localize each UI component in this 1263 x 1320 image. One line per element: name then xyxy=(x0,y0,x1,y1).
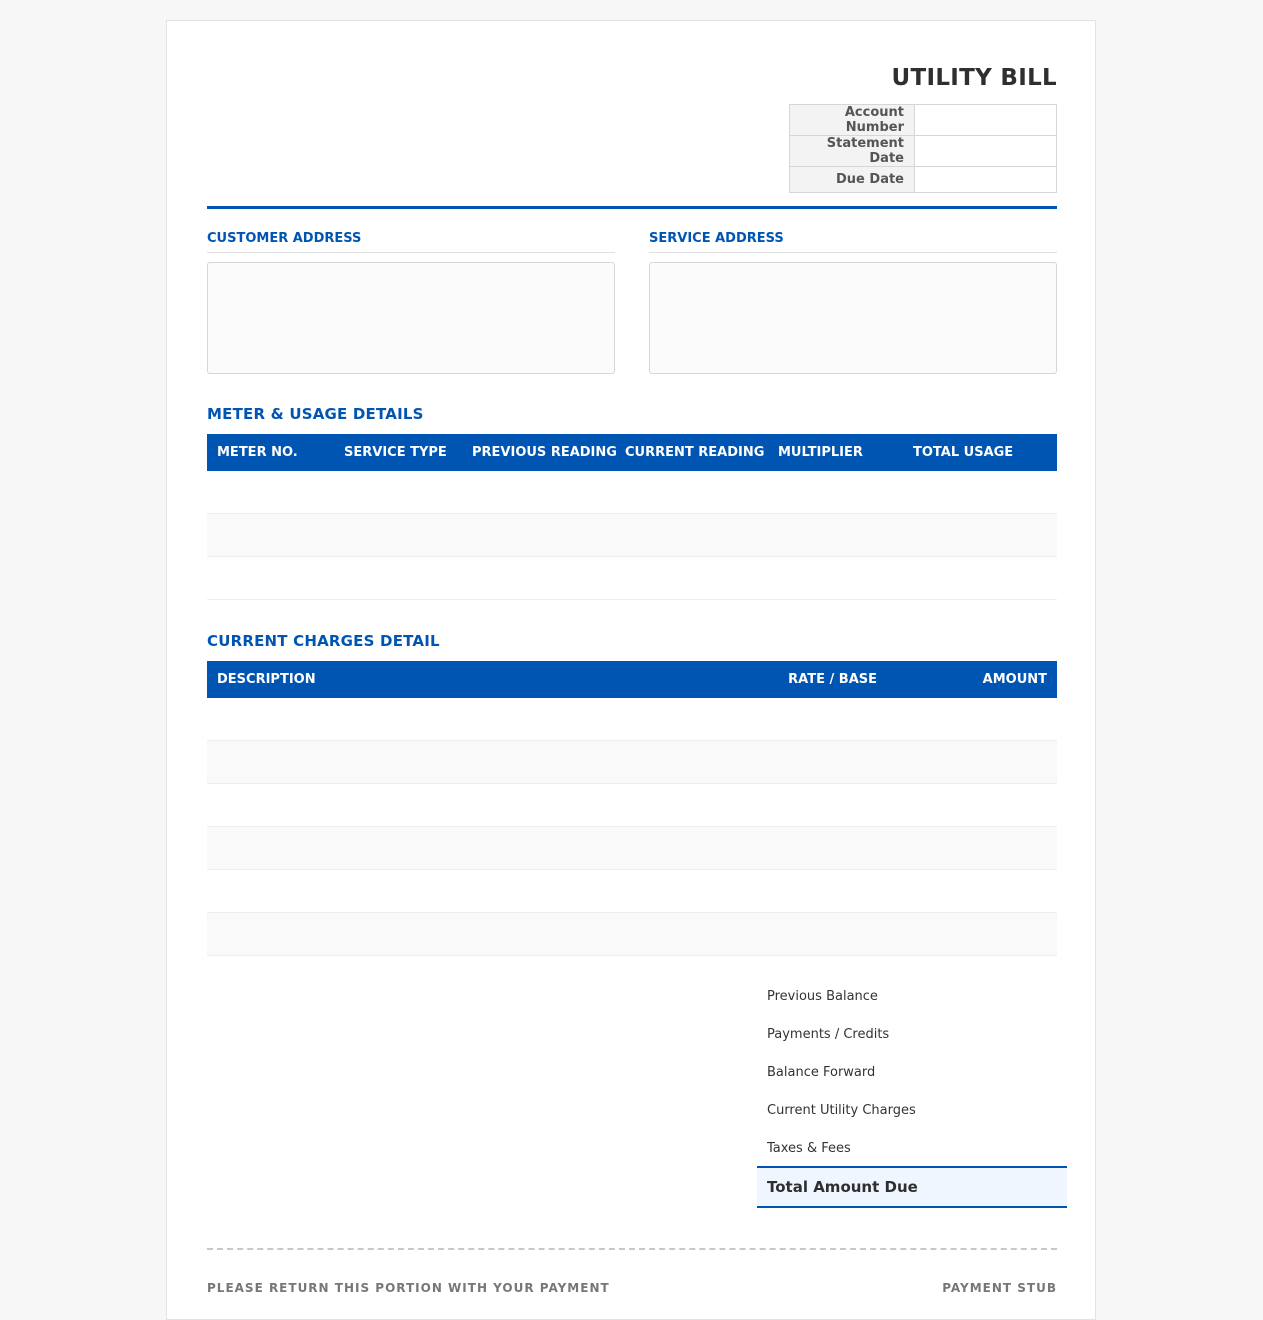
col-multiplier: MULTIPLIER xyxy=(778,445,863,460)
col-rate-base: RATE / BASE xyxy=(788,672,877,687)
charge-row[interactable] xyxy=(207,784,1057,827)
due-date-label: Due Date xyxy=(789,166,915,193)
charges-table-header: DESCRIPTION RATE / BASE AMOUNT xyxy=(207,661,1057,698)
summary-taxes-fees: Taxes & Fees xyxy=(767,1141,851,1156)
header-divider xyxy=(207,206,1057,209)
col-amount: AMOUNT xyxy=(982,672,1047,687)
col-service-type: SERVICE TYPE xyxy=(344,445,447,460)
col-meter-no: METER NO. xyxy=(217,445,298,460)
bill-page: UTILITY BILL Account Number Statement Da… xyxy=(166,20,1096,1320)
stub-instruction: PLEASE RETURN THIS PORTION WITH YOUR PAY… xyxy=(207,1281,610,1295)
service-address-box[interactable] xyxy=(649,262,1057,374)
statement-date-value[interactable] xyxy=(914,135,1057,167)
col-description: DESCRIPTION xyxy=(217,672,316,687)
charges-section-title: CURRENT CHARGES DETAIL xyxy=(207,632,440,650)
tear-line xyxy=(207,1248,1057,1250)
charge-row[interactable] xyxy=(207,913,1057,956)
service-address-section: SERVICE ADDRESS xyxy=(649,231,1057,374)
statement-date-label: Statement Date xyxy=(789,135,915,167)
due-date-value[interactable] xyxy=(914,166,1057,193)
summary-balance-forward: Balance Forward xyxy=(767,1065,876,1080)
meter-row[interactable] xyxy=(207,557,1057,600)
service-address-title: SERVICE ADDRESS xyxy=(649,231,1057,253)
summary-current-charges: Current Utility Charges xyxy=(767,1103,916,1118)
stub-title: PAYMENT STUB xyxy=(942,1281,1057,1295)
charge-row[interactable] xyxy=(207,698,1057,741)
meter-table-header: METER NO. SERVICE TYPE PREVIOUS READING … xyxy=(207,434,1057,471)
account-number-row: Account Number xyxy=(789,104,1057,136)
customer-address-title: CUSTOMER ADDRESS xyxy=(207,231,615,253)
account-number-value[interactable] xyxy=(914,104,1057,136)
col-current-reading: CURRENT READING xyxy=(625,445,765,460)
meter-row[interactable] xyxy=(207,514,1057,557)
due-date-row: Due Date xyxy=(789,166,1057,193)
charge-row[interactable] xyxy=(207,827,1057,870)
col-previous-reading: PREVIOUS READING xyxy=(472,445,617,460)
meter-row[interactable] xyxy=(207,471,1057,514)
customer-address-section: CUSTOMER ADDRESS xyxy=(207,231,615,374)
bill-title: UTILITY BILL xyxy=(891,65,1057,91)
account-info-table: Account Number Statement Date Due Date xyxy=(789,104,1057,193)
customer-address-box[interactable] xyxy=(207,262,615,374)
total-amount-due: Total Amount Due xyxy=(757,1166,1067,1208)
summary-previous-balance: Previous Balance xyxy=(767,989,878,1004)
summary-payments-credits: Payments / Credits xyxy=(767,1027,890,1042)
col-total-usage: TOTAL USAGE xyxy=(913,445,1014,460)
charge-row[interactable] xyxy=(207,870,1057,913)
statement-date-row: Statement Date xyxy=(789,135,1057,167)
account-number-label: Account Number xyxy=(789,104,915,136)
charge-row[interactable] xyxy=(207,741,1057,784)
meter-section-title: METER & USAGE DETAILS xyxy=(207,405,424,423)
